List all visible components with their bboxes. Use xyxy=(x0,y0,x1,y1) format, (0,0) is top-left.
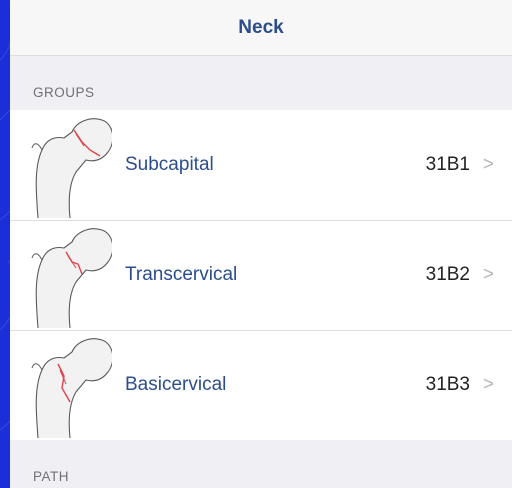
neck-screen: Neck GROUPS Subcapital 31B1 > Transcervi xyxy=(10,0,512,488)
list-item-label: Subcapital xyxy=(125,154,214,175)
list-item-code: 31B1 xyxy=(425,154,470,175)
list-item-code: 31B2 xyxy=(425,264,470,285)
chevron-right-icon: > xyxy=(482,154,494,175)
list-item-code: 31B3 xyxy=(425,374,470,395)
section-header-groups: GROUPS xyxy=(33,85,95,100)
list-item-subcapital[interactable]: Subcapital 31B1 > xyxy=(10,110,512,220)
navigation-bar: Neck xyxy=(10,0,512,56)
list-item-label: Transcervical xyxy=(125,264,238,285)
femur-subcapital-icon xyxy=(31,118,112,219)
groups-list: Subcapital 31B1 > Transcervical 31B2 > B… xyxy=(10,110,512,440)
section-header-path: PATH xyxy=(33,469,70,484)
chevron-right-icon: > xyxy=(482,374,494,395)
chevron-right-icon: > xyxy=(482,264,494,285)
list-item-basicervical[interactable]: Basicervical 31B3 > xyxy=(10,330,512,440)
femur-basicervical-icon xyxy=(31,338,112,439)
list-item-transcervical[interactable]: Transcervical 31B2 > xyxy=(10,220,512,330)
list-item-label: Basicervical xyxy=(125,374,227,395)
page-title: Neck xyxy=(238,16,284,38)
femur-transcervical-icon xyxy=(31,228,112,329)
